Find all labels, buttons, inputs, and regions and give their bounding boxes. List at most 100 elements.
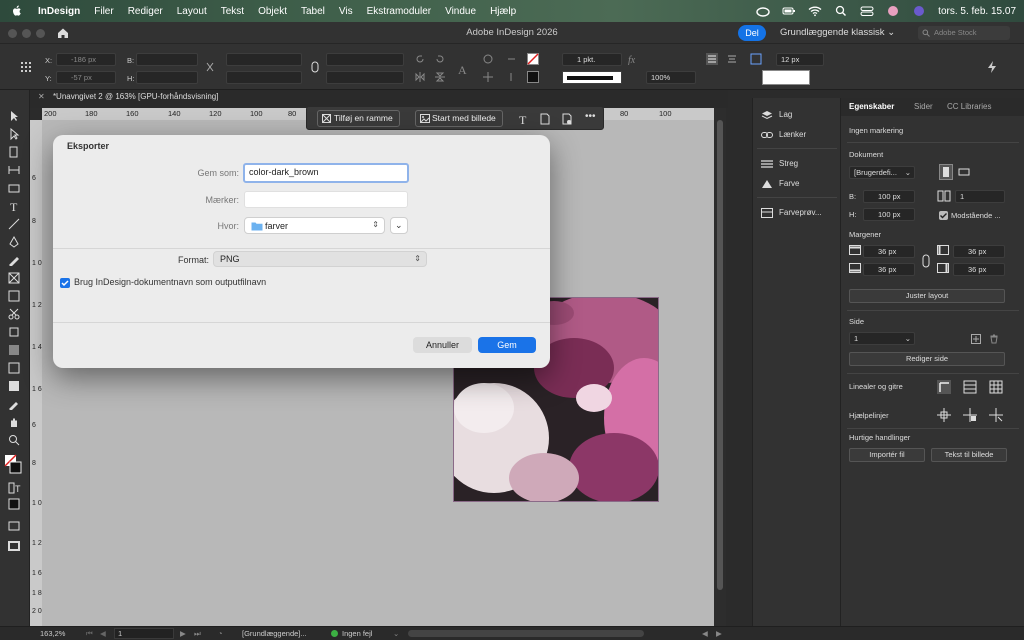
where-select[interactable]: farver ⇕ — [244, 217, 385, 234]
user-avatar-icon[interactable] — [886, 5, 900, 17]
flip-vertical-icon[interactable] — [434, 71, 446, 83]
scale-x-field[interactable] — [226, 53, 302, 66]
font-size-field[interactable]: 12 px — [776, 53, 824, 66]
gradient-swatch-tool-icon[interactable] — [7, 344, 21, 356]
search-icon[interactable] — [834, 5, 848, 17]
tab-properties[interactable]: Egenskaber — [849, 102, 894, 111]
scrollbar-thumb[interactable] — [717, 120, 723, 590]
chevron-down-icon[interactable]: ⌄ — [393, 629, 399, 638]
tab-cc-libraries[interactable]: CC Libraries — [947, 102, 991, 111]
next-object-icon[interactable] — [505, 71, 517, 83]
document-icon[interactable] — [539, 113, 551, 125]
show-guides-icon[interactable] — [937, 408, 951, 422]
scroll-left-icon[interactable]: ◀ — [702, 629, 708, 638]
type-tool-icon[interactable]: T — [7, 200, 21, 212]
opacity-field[interactable]: 100% — [646, 71, 696, 84]
page-style-label[interactable]: [Grundlæggende]... — [242, 629, 307, 638]
links-panel-button[interactable]: Lænker — [761, 127, 806, 143]
zoom-level[interactable]: 163,2% — [40, 629, 65, 638]
fill-none-swatch-icon[interactable] — [527, 53, 539, 65]
page-count-field[interactable]: 1 — [955, 190, 1005, 203]
expand-browser-button[interactable]: ⌄ — [390, 217, 408, 234]
layers-panel-button[interactable]: Lag — [761, 107, 792, 123]
fitting-icon[interactable] — [750, 53, 762, 65]
facing-pages-checkbox[interactable] — [939, 211, 948, 220]
shear-field[interactable] — [326, 71, 404, 84]
tab-pages[interactable]: Sider — [914, 102, 933, 111]
menu-ekstramoduler[interactable]: Ekstramoduler — [367, 6, 431, 17]
fill-stroke-swatch-icon[interactable] — [4, 454, 22, 474]
x-position-field[interactable]: -186 px — [56, 53, 116, 66]
battery-icon[interactable] — [782, 5, 796, 17]
scale-y-field[interactable] — [226, 71, 302, 84]
start-with-image-button[interactable]: Start med billede — [415, 110, 503, 127]
rotate-cw-icon[interactable] — [414, 53, 426, 65]
share-button[interactable]: Del — [738, 25, 766, 41]
previous-page-icon[interactable]: ◀ — [100, 629, 106, 638]
menu-layout[interactable]: Layout — [177, 6, 207, 17]
adobe-stock-search[interactable]: Adobe Stock — [918, 26, 1010, 40]
type-icon[interactable]: T — [517, 113, 529, 125]
rectangle-tool-icon[interactable] — [7, 290, 21, 302]
formatting-affects-container-icon[interactable]: T — [7, 482, 21, 494]
menu-filer[interactable]: Filer — [94, 6, 113, 17]
screen-mode-icon[interactable] — [7, 520, 21, 532]
document-tab[interactable]: ✕ *Unavngivet 2 @ 163% [GPU-forhåndsvisn… — [34, 92, 218, 106]
margin-left-field[interactable]: 36 px — [953, 245, 1005, 258]
reference-point-icon[interactable] — [20, 61, 32, 73]
close-tab-icon[interactable]: ✕ — [38, 92, 45, 101]
menu-tekst[interactable]: Tekst — [221, 6, 244, 17]
add-page-icon[interactable] — [971, 334, 981, 344]
direct-selection-tool-icon[interactable] — [7, 128, 21, 140]
rectangle-frame-tool-icon[interactable] — [7, 272, 21, 284]
save-as-input[interactable]: color-dark_brown — [243, 163, 409, 183]
margin-bottom-field[interactable]: 36 px — [863, 263, 915, 276]
height-field[interactable] — [136, 71, 198, 84]
siri-icon[interactable] — [912, 5, 926, 17]
select-content-icon[interactable] — [482, 71, 494, 83]
format-select[interactable]: PNG ⇕ — [213, 251, 427, 267]
lightning-icon[interactable] — [986, 61, 998, 73]
link-icon[interactable] — [309, 61, 321, 73]
color-panel-button[interactable]: Farve — [761, 176, 799, 192]
cancel-button[interactable]: Annuller — [413, 337, 472, 353]
zoom-tool-icon[interactable] — [7, 434, 21, 446]
document-preset-select[interactable]: [Brugerdefi... ⌄ — [849, 166, 915, 179]
preflight-errors[interactable]: Ingen fejl — [342, 629, 372, 638]
save-button[interactable]: Gem — [478, 337, 536, 353]
document-grid-icon[interactable] — [989, 380, 1003, 394]
edit-page-button[interactable]: Rediger side — [849, 352, 1005, 366]
selection-tool-icon[interactable] — [7, 110, 21, 122]
stroke-swatch-icon[interactable] — [527, 71, 539, 83]
landscape-orientation-icon[interactable] — [957, 166, 971, 178]
swatches-panel-button[interactable]: Farveprøv... — [761, 205, 822, 221]
horizontal-scrollbar[interactable] — [408, 630, 644, 637]
select-container-icon[interactable] — [482, 53, 494, 65]
use-document-name-checkbox[interactable] — [60, 278, 70, 288]
free-transform-tool-icon[interactable] — [7, 326, 21, 338]
stroke-type-select[interactable] — [562, 71, 622, 84]
rotation-field[interactable] — [326, 53, 404, 66]
page-tool-icon[interactable] — [7, 146, 21, 158]
text-frame-icon[interactable]: A — [456, 62, 470, 76]
menu-hjaelp[interactable]: Hjælp — [490, 6, 516, 17]
margin-right-field[interactable]: 36 px — [953, 263, 1005, 276]
control-center-icon[interactable] — [860, 5, 874, 17]
margin-top-field[interactable]: 36 px — [863, 245, 915, 258]
preview-mode-icon[interactable] — [7, 540, 21, 552]
creative-cloud-icon[interactable] — [756, 5, 770, 17]
apple-icon[interactable] — [10, 4, 24, 18]
delete-page-icon[interactable] — [989, 334, 999, 344]
open-page-icon[interactable]: ◔ — [218, 629, 223, 638]
doc-height-field[interactable]: 100 px — [863, 208, 915, 221]
pencil-tool-icon[interactable] — [7, 254, 21, 266]
menu-vis[interactable]: Vis — [339, 6, 353, 17]
menu-objekt[interactable]: Objekt — [258, 6, 287, 17]
menu-rediger[interactable]: Rediger — [128, 6, 163, 17]
constrain-proportions-icon[interactable] — [204, 61, 216, 73]
doc-width-field[interactable]: 100 px — [863, 190, 915, 203]
scroll-right-icon[interactable]: ▶ — [716, 629, 722, 638]
wifi-icon[interactable] — [808, 5, 822, 17]
stroke-panel-button[interactable]: Streg — [761, 156, 798, 172]
last-page-icon[interactable]: ⏭ — [194, 629, 201, 639]
